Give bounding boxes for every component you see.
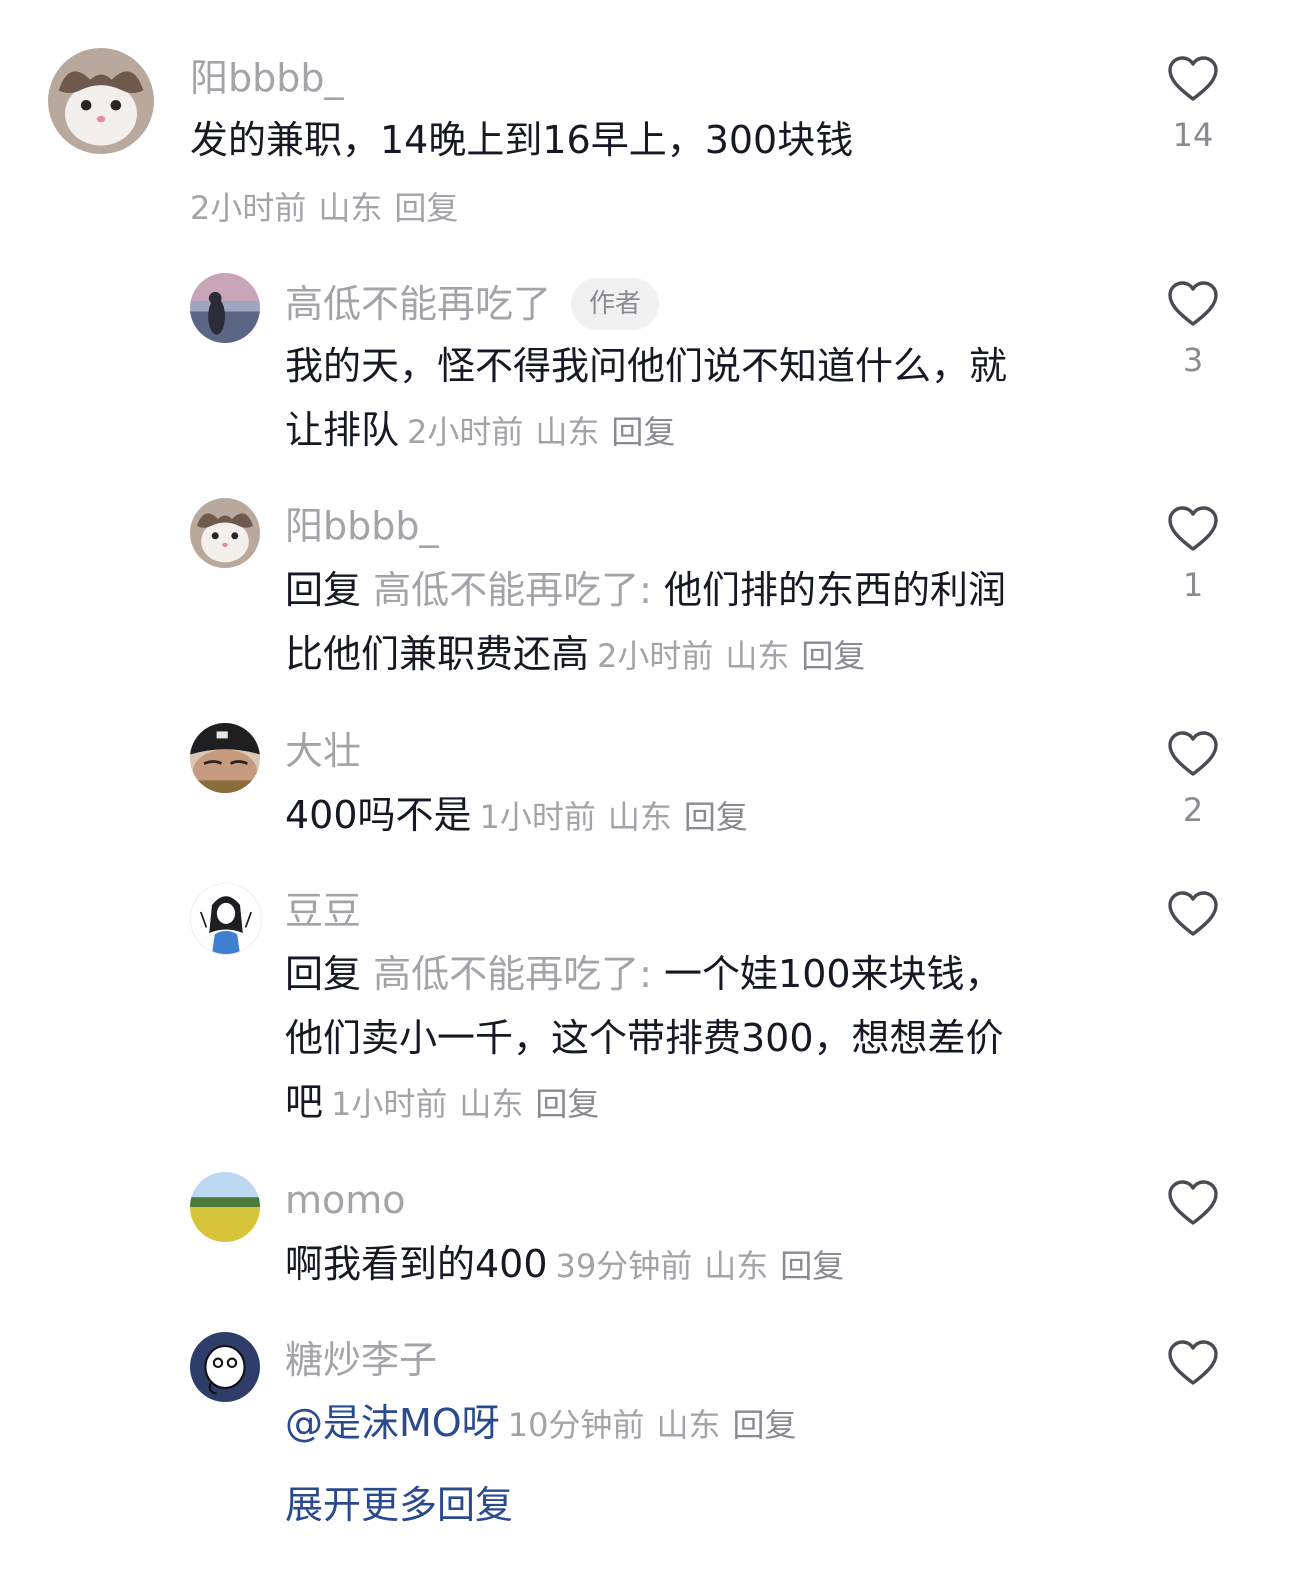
reply-username[interactable]: 阳bbbb_ — [285, 503, 439, 549]
reply-text: 啊我看到的400 39分钟前 山东 回复 — [285, 1232, 1105, 1298]
reply-location: 山东 — [725, 637, 790, 675]
reply-line-text: 比他们兼职费还高 — [285, 632, 590, 676]
like-button[interactable] — [1163, 1179, 1223, 1227]
reply-username[interactable]: 豆豆 — [285, 888, 361, 934]
reply-text: 回复 高低不能再吃了: 他们排的东西的利润 比他们兼职费还高 2小时前 山东 回复 — [285, 558, 1105, 688]
comment-body: 发的兼职，14晚上到16早上，300块钱 — [190, 118, 854, 162]
reply-line-text: 400吗不是 — [285, 793, 472, 837]
reply-button[interactable]: 回复 — [732, 1406, 796, 1444]
reply-line-2: 比他们兼职费还高 2小时前 山东 回复 — [285, 622, 1105, 688]
cat-avatar-icon[interactable] — [190, 498, 260, 568]
heart-icon — [1168, 731, 1218, 776]
heart-icon — [1168, 1180, 1218, 1225]
reply-line-2: 让排队 2小时前 山东 回复 — [285, 398, 1105, 464]
reply-line: 400吗不是 1小时前 山东 回复 — [285, 783, 1105, 849]
comment-location: 山东 — [318, 189, 383, 227]
mention-link[interactable]: @是沫MO呀 — [285, 1401, 500, 1445]
cartoon-girl-avatar-icon[interactable] — [190, 883, 262, 955]
reply-location: 山东 — [459, 1085, 524, 1123]
reply-button[interactable]: 回复 — [801, 637, 865, 675]
reply-button[interactable]: 回复 — [611, 413, 675, 451]
reply-line: 啊我看到的400 39分钟前 山东 回复 — [285, 1232, 1105, 1298]
reply-line-3: 吧 1小时前 山东 回复 — [285, 1070, 1105, 1136]
like-button[interactable]: 3 — [1163, 280, 1223, 378]
reply-location: 山东 — [607, 798, 672, 836]
reply-line-text: 让排队 — [285, 408, 400, 452]
reply-line-2: 他们卖小一千，这个带排费300，想想差价 — [285, 1016, 1004, 1060]
like-button[interactable] — [1163, 890, 1223, 938]
comment-text: 发的兼职，14晚上到16早上，300块钱 — [190, 108, 1120, 172]
person-cap-avatar-icon[interactable] — [190, 723, 260, 793]
reply-line: 回复 高低不能再吃了: 他们排的东西的利润 — [285, 558, 1105, 622]
reply-location: 山东 — [656, 1406, 721, 1444]
reply-time: 2小时前 — [407, 413, 524, 451]
reply-text: 400吗不是 1小时前 山东 回复 — [285, 783, 1105, 849]
reply-line: 回复 高低不能再吃了: 一个娃100来块钱， — [285, 942, 1105, 1006]
field-photo-avatar-icon[interactable] — [190, 1172, 260, 1242]
reply-username-row: 高低不能再吃了 作者 — [285, 278, 660, 330]
reply-username[interactable]: 大壮 — [285, 728, 361, 774]
heart-icon — [1168, 1340, 1218, 1385]
like-button[interactable]: 1 — [1163, 505, 1223, 603]
heart-icon — [1168, 281, 1218, 326]
cat-avatar-icon[interactable] — [48, 48, 154, 154]
cartoon-cat-avatar-icon[interactable] — [190, 1332, 260, 1402]
reply-text: 我的天，怪不得我问他们说不知道什么，就 让排队 2小时前 山东 回复 — [285, 334, 1105, 464]
comment-time: 2小时前 — [190, 189, 307, 227]
comment-meta: 2小时前 山东 回复 — [190, 188, 470, 228]
reply-username[interactable]: 高低不能再吃了 — [285, 281, 551, 327]
like-count: 3 — [1182, 341, 1204, 379]
reply-line-text: 啊我看到的400 — [285, 1242, 548, 1286]
reply-username[interactable]: 糖炒李子 — [285, 1337, 437, 1383]
reply-time: 10分钟前 — [507, 1406, 645, 1444]
heart-icon — [1168, 891, 1218, 936]
reply-line: 我的天，怪不得我问他们说不知道什么，就 — [285, 344, 1008, 388]
author-badge: 作者 — [571, 278, 660, 330]
reply-prefix: 回复 — [285, 568, 362, 612]
reply-text: @是沫MO呀 10分钟前 山东 回复 — [285, 1391, 1105, 1457]
like-button[interactable]: 14 — [1163, 55, 1223, 153]
reply-line-text: 吧 — [285, 1080, 324, 1124]
reply-time: 1小时前 — [331, 1085, 448, 1123]
heart-icon — [1168, 56, 1218, 101]
comment-username[interactable]: 阳bbbb_ — [190, 55, 344, 101]
like-button[interactable]: 2 — [1163, 730, 1223, 828]
reply-button[interactable]: 回复 — [684, 798, 748, 836]
like-count: 2 — [1182, 791, 1204, 829]
reply-line: @是沫MO呀 10分钟前 山东 回复 — [285, 1391, 1105, 1457]
reply-time: 39分钟前 — [555, 1247, 693, 1285]
reply-prefix: 回复 — [285, 952, 362, 996]
like-button[interactable] — [1163, 1339, 1223, 1387]
reply-button[interactable]: 回复 — [394, 189, 458, 227]
reply-location: 山东 — [535, 413, 600, 451]
reply-target[interactable]: 高低不能再吃了: — [373, 952, 652, 996]
reply-text: 回复 高低不能再吃了: 一个娃100来块钱， 他们卖小一千，这个带排费300，想… — [285, 942, 1105, 1136]
reply-target[interactable]: 高低不能再吃了: — [373, 568, 652, 612]
expand-more-replies-button[interactable]: 展开更多回复 — [285, 1480, 513, 1530]
reply-line-text: 一个娃100来块钱， — [664, 952, 1003, 996]
reply-time: 1小时前 — [479, 798, 596, 836]
heart-icon — [1168, 506, 1218, 551]
reply-time: 2小时前 — [597, 637, 714, 675]
reply-button[interactable]: 回复 — [535, 1085, 599, 1123]
sunset-photo-avatar-icon[interactable] — [190, 273, 260, 343]
reply-location: 山东 — [704, 1247, 769, 1285]
reply-button[interactable]: 回复 — [780, 1247, 844, 1285]
reply-line-text: 他们排的东西的利润 — [664, 568, 1007, 612]
reply-username[interactable]: momo — [285, 1177, 406, 1223]
like-count: 14 — [1172, 116, 1214, 154]
like-count: 1 — [1182, 566, 1204, 604]
